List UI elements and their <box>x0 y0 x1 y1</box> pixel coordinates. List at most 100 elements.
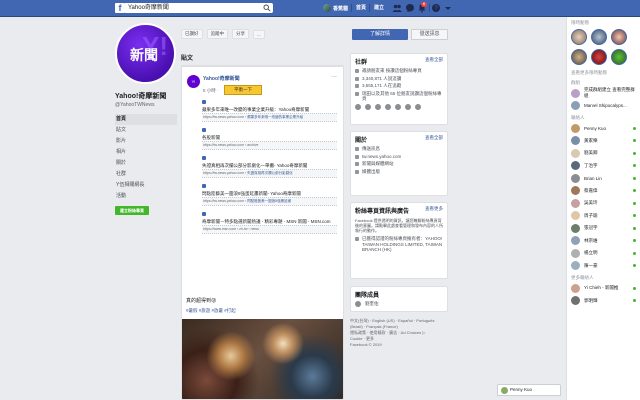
contact-item[interactable]: Penny Kuo <box>567 122 640 135</box>
contact-item[interactable]: 郭明輝 <box>567 295 640 308</box>
list-item[interactable]: 新聞與媒體網站 <box>351 160 447 168</box>
avatar <box>571 296 580 306</box>
chat-sidebar: 限時動態 查看更多限時動態 群組 完成群組建立 查看完整群組 Marvel Sh… <box>566 17 640 400</box>
group-item[interactable]: 完成群組建立 查看完整群組 <box>567 87 640 100</box>
send-message-button[interactable]: 發送訊息 <box>411 29 448 40</box>
story-thumbnail[interactable] <box>571 29 587 45</box>
contact-item[interactable]: 張冠宇 <box>567 222 640 235</box>
entry-url: https://www.msn.com › zh-tw › news <box>202 225 337 234</box>
page-nav-about[interactable]: 關於 <box>115 158 177 169</box>
home-link[interactable]: 首頁 <box>356 3 366 13</box>
contact-item[interactable]: Yi Chieh - 新聞推 <box>567 282 640 295</box>
page-handle[interactable]: @YahooTWNews <box>115 102 177 108</box>
contact-item[interactable]: 吳美玲 <box>567 197 640 210</box>
page-profile-photo[interactable]: Y! 新聞 <box>115 23 176 84</box>
about-see-all[interactable]: 查看全部 <box>425 135 443 144</box>
search-input[interactable] <box>125 3 273 13</box>
post-timestamp[interactable]: 5 小時 · <box>203 88 219 94</box>
post-author-name[interactable]: Yahoo!奇摩新聞 <box>203 75 240 82</box>
story-thumbnail[interactable] <box>571 49 587 65</box>
more-button[interactable]: ... <box>253 29 265 39</box>
follow-button[interactable]: 追蹤中 <box>206 29 228 39</box>
messenger-icon[interactable] <box>405 3 415 13</box>
list-item[interactable]: tw.news.yahoo.com <box>351 153 447 161</box>
contact-item[interactable]: 丁治宇 <box>567 160 640 173</box>
contact-item[interactable]: 周子瑜 <box>567 210 640 223</box>
account-menu-icon[interactable] <box>443 3 453 13</box>
share-button[interactable]: 分享 <box>232 29 249 39</box>
online-status-icon <box>633 164 636 168</box>
page-nav-related[interactable]: Y伍相關網長 <box>115 180 177 191</box>
create-link[interactable]: 建立 <box>374 3 384 13</box>
story-thumbnail[interactable] <box>611 29 627 45</box>
group-name: 完成群組建立 查看完整群組 <box>584 87 635 99</box>
community-title: 社群 <box>355 60 368 66</box>
post-photo[interactable] <box>182 319 343 399</box>
story-thumbnail[interactable] <box>591 49 607 65</box>
help-icon[interactable]: ? <box>431 3 441 13</box>
chat-tab-name: Penny Kuo <box>510 387 533 392</box>
page-nav-community[interactable]: 社群 <box>115 169 177 180</box>
avatar[interactable] <box>355 103 361 110</box>
about-message: 傳送訊息 <box>362 146 380 151</box>
create-page-button[interactable]: 建立粉絲專頁 <box>115 206 149 215</box>
page-nav-videos[interactable]: 影片 <box>115 136 177 147</box>
globe-icon <box>355 154 359 159</box>
page-nav-home[interactable]: 首頁 <box>115 114 177 125</box>
avatar <box>571 261 580 271</box>
page-title[interactable]: Yahoo!奇摩新聞 <box>115 91 177 101</box>
friends-icon <box>355 91 359 96</box>
checkbox-icon <box>202 184 206 188</box>
contact-item[interactable]: 林宗維 <box>567 235 640 248</box>
contact-item[interactable]: 楊立明 <box>567 247 640 260</box>
list-item[interactable]: 劉奎佑 <box>351 300 447 308</box>
avatar[interactable] <box>405 103 411 110</box>
contact-item[interactable]: 黃家樂 <box>567 135 640 148</box>
like-button[interactable]: 已讚好 <box>181 29 203 39</box>
entry-link[interactable]: 閃點陸藝美一圍浪8強蛋延畫 <box>247 199 291 203</box>
post-options-button[interactable]: ··· <box>331 74 337 80</box>
avatar[interactable] <box>375 103 381 110</box>
avatar[interactable] <box>365 103 371 110</box>
entry-url-text: https://tw.news.yahoo.com › <box>203 115 248 119</box>
post-author-avatar[interactable]: Y! <box>187 75 200 88</box>
avatar <box>571 198 580 208</box>
list-item[interactable]: 邀請朋友來 按讚這個粉絲專頁 <box>351 67 447 75</box>
tooltip: 平衡一下 <box>224 85 262 95</box>
page-nav-posts[interactable]: 貼文 <box>115 125 177 136</box>
story-thumbnail[interactable] <box>611 49 627 65</box>
contact-name: 丁治宇 <box>584 162 598 168</box>
contact-item[interactable]: 陳一豪 <box>567 260 640 273</box>
search-icon[interactable] <box>263 4 271 12</box>
profile-link[interactable]: 香蕉貓 <box>323 3 348 13</box>
community-see-all[interactable]: 查看全部 <box>425 57 443 66</box>
page-nav-photos[interactable]: 相片 <box>115 147 177 158</box>
entry-title[interactable]: 奇摩新聞－特多點選新聞熱議 - 精彩專題 - MSN 新聞 - MSN.com <box>202 219 337 225</box>
transparency-see-more[interactable]: 查看更多 <box>425 206 443 215</box>
learn-more-button[interactable]: 了解詳情 <box>352 29 408 40</box>
facebook-logo-icon[interactable]: f <box>115 3 125 13</box>
page-nav-events[interactable]: 活動 <box>115 191 177 202</box>
entry-link[interactable]: 蘋果多年來唯一改變的事業企業升級 <box>247 115 303 119</box>
story-thumbnail[interactable] <box>591 29 607 45</box>
avatar[interactable] <box>395 103 401 110</box>
contact-item[interactable]: Brian Lin <box>567 172 640 185</box>
post-hashtags[interactable]: #暑假 #旅遊 #放暑 #打起 <box>186 308 236 314</box>
contact-item[interactable]: 劉美卿 <box>567 147 640 160</box>
language-links[interactable]: 中文(台灣) · English (US) · Español · Portug… <box>350 318 448 330</box>
contact-item[interactable]: 蔡嘉偉 <box>567 185 640 198</box>
list-item[interactable]: 傳送訊息 <box>351 145 447 153</box>
group-item[interactable]: Marvel Shipocalyps... <box>567 100 640 113</box>
avatar[interactable] <box>415 103 421 110</box>
avatar <box>571 223 580 233</box>
list-item[interactable]: 瑞田以及其他 65 位朋友說讚這個粉絲專頁 <box>351 90 447 103</box>
avatar[interactable] <box>385 103 391 110</box>
chat-tab[interactable]: Penny Kuo <box>497 384 561 396</box>
tag-icon <box>355 169 359 174</box>
contact-name: 楊立明 <box>584 250 598 256</box>
entry-link[interactable]: 失證真相再次攔公部分影劇化 <box>247 171 293 175</box>
friends-icon[interactable] <box>392 3 402 13</box>
more-stories-link[interactable]: 查看更多限時動態 <box>567 67 640 77</box>
avatar <box>571 211 580 221</box>
list-item[interactable]: 媒體出版 <box>351 168 447 176</box>
